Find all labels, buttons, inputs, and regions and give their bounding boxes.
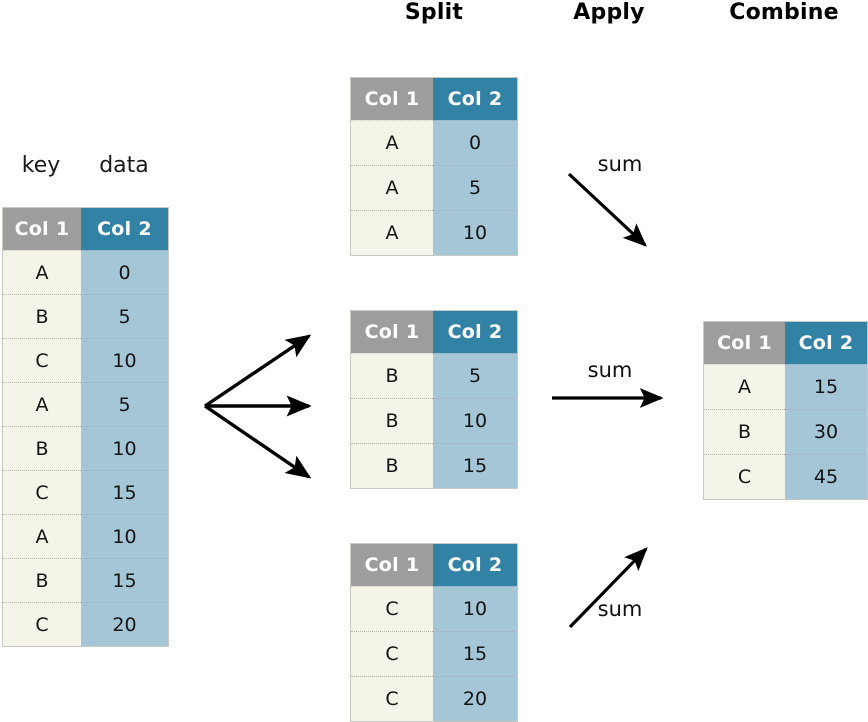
split-arrow-to-group-c (204, 404, 312, 479)
split-fan-arrows (204, 334, 312, 479)
apply-arrow-a (567, 172, 647, 247)
split-arrow-to-group-a (204, 334, 312, 408)
arrow-layer (204, 172, 664, 629)
diagram-canvas: Split Apply Combine key data Col 1 Col 2… (0, 0, 868, 722)
apply-arrows (552, 172, 664, 629)
apply-arrow-c (568, 547, 648, 629)
